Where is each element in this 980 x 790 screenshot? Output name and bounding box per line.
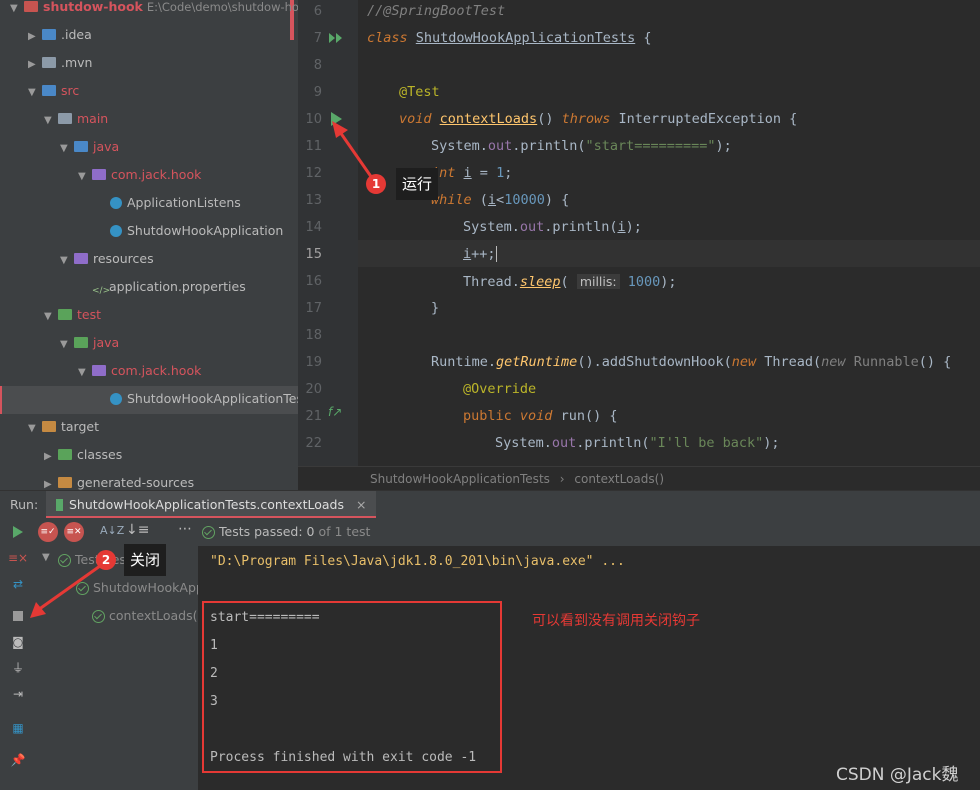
annotation-arrows [30, 121, 374, 618]
annotation-badge-2: 2 [96, 550, 116, 570]
watermark: CSDN @Jack魏 [836, 765, 959, 785]
annotation-tooltip-close: 关闭 [124, 544, 167, 576]
annotation-badge-1: 1 [366, 174, 386, 194]
annotation-tooltip-run: 运行 [396, 168, 439, 200]
